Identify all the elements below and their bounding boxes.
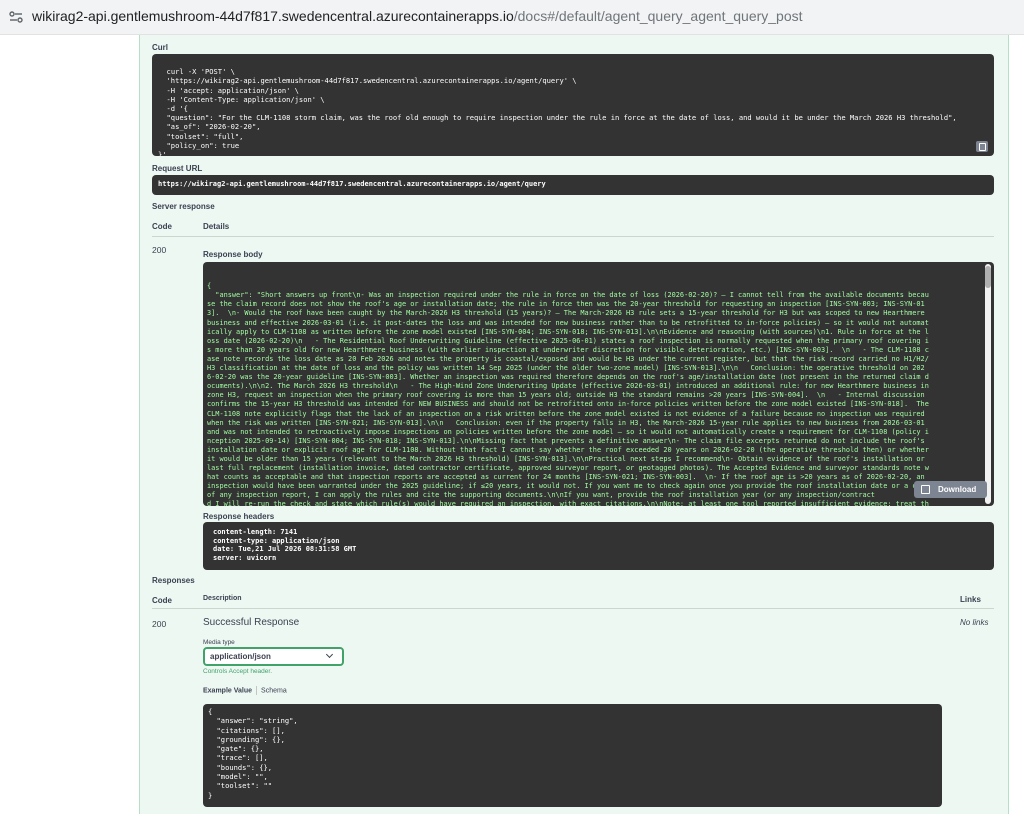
url-host: wikirag2-api.gentlemushroom-44d7f817.swe… [32,8,514,24]
example-value-line: "grounding": {}, [208,734,285,744]
response-body-line: last full replacement (installation invo… [207,464,929,473]
response-body-line: 3]. \n- Would the roof have been caught … [207,309,925,318]
response-body-line: inspection would have been warranted und… [207,482,929,491]
curl-label: Curl [152,43,168,52]
tab-schema[interactable]: Schema [261,687,287,694]
example-value-line: "answer": "string", [208,716,298,726]
response-body-line: ase note records the loss date as 20 Feb… [207,354,929,363]
download-label: Download [938,485,977,494]
example-value-text: { "answer": "string", "citations": [], "… [208,707,937,800]
chevron-down-icon [325,650,334,659]
response-body-line: H3 classification at the date of loss an… [207,364,925,373]
example-value-block[interactable]: { "answer": "string", "citations": [], "… [203,704,942,807]
divider [152,236,994,237]
response-body-label: Response body [203,250,263,259]
url-text[interactable]: wikirag2-api.gentlemushroom-44d7f817.swe… [32,8,803,24]
address-bar[interactable]: wikirag2-api.gentlemushroom-44d7f817.swe… [0,0,1024,35]
response-headers-label: Response headers [203,512,275,521]
response-headers-text: content-length: 7141 content-type: applic… [213,528,984,562]
request-url-label: Request URL [152,164,203,173]
response-header-line: date: Tue,21 Jul 2026 08:31:58 GMT [213,545,357,554]
responses-code: 200 [152,619,167,629]
response-body-line: when the risk was written [INS-SYN-021; … [207,418,925,427]
copy-icon [921,485,930,494]
response-headers-block[interactable]: content-length: 7141 content-type: applic… [203,522,994,570]
response-body-line: installation date or explicit roof age f… [207,445,929,454]
responses-description-header: Description [203,595,242,602]
site-settings-icon[interactable] [8,9,24,25]
server-response-details-header: Details [203,222,230,231]
curl-block[interactable]: curl -X 'POST' \ 'https://wikirag2-api.g… [152,54,994,156]
response-body-line: s more than 20 years old for new Hearthm… [207,345,929,354]
response-body-line: it would be older than 15 years (relevan… [207,454,925,463]
response-body-line: nception 2025-09-14) [INS-SYN-004; INS-S… [207,436,925,445]
server-response-label: Server response [152,202,215,211]
example-value-line: "model": "", [208,772,268,782]
example-value-line: { [208,707,213,716]
tab-divider [256,686,258,695]
media-type-select[interactable]: application/json [203,647,344,666]
responses-label: Responses [152,576,195,585]
copy-icon[interactable] [976,141,988,152]
response-body-line: business and effective 2026-03-01 (i.e. … [207,318,929,327]
controls-accept-note: Controls Accept header. [203,668,273,675]
example-value-line: "bounds": {}, [208,762,273,772]
response-body-line: CLM-1108 note explicitly flags that the … [207,409,925,418]
response-body-line: ically apply to CLM-1108 as written befo… [207,327,929,336]
response-body-line: ocuments).\n\n2. The March 2026 H3 thres… [207,382,929,391]
scrollbar-thumb[interactable] [985,266,991,288]
response-body-line: oss date (2026-02-20)\n - The Residentia… [207,336,929,345]
response-header-line: server: uvicorn [213,553,277,562]
response-body-line: se the claim record does not show the ro… [207,300,925,309]
response-body-line: confirms the 15-year H3 threshold was in… [207,400,929,409]
response-body-line: zone H3, request an inspection when the … [207,391,925,400]
divider [152,608,994,609]
server-response-code: 200 [152,245,167,255]
example-value-line: "trace": [], [208,753,268,763]
response-header-line: content-length: 7141 [213,528,298,536]
curl-command: curl -X 'POST' \ 'https://wikirag2-api.g… [158,67,957,156]
media-type-value: application/json [210,652,271,661]
tab-example-value[interactable]: Example Value [203,687,252,694]
media-type-label: Media type [203,639,235,646]
response-body-scrollbar[interactable] [985,264,991,504]
response-body-line: and was not intended to retroactively im… [207,427,929,436]
response-body-block[interactable]: { "answer": "Short answers up front\n- W… [203,262,994,506]
example-tabs: Example Value Schema [203,686,287,695]
server-response-code-header: Code [152,222,172,231]
response-header-line: content-type: application/json [213,536,340,545]
response-body-line: 6-02-20 was the 20-year guideline [INS-S… [207,373,929,382]
responses-code-header: Code [152,596,172,605]
response-body-line: { [207,282,212,291]
response-links: No links [960,618,989,627]
example-value-line: "gate": {}, [208,744,264,754]
response-body-line: hat counts as acceptable and that inspec… [207,473,925,482]
request-url-block[interactable]: https://wikirag2-api.gentlemushroom-44d7… [152,175,994,195]
example-value-line: } [208,790,213,800]
response-body-line: d I will re-run the check and state whic… [207,500,929,506]
response-body-line: "answer": "Short answers up front\n- Was… [207,291,929,300]
responses-links-header: Links [960,595,981,604]
download-button[interactable]: Download [914,481,987,498]
example-value-line: "citations": [], [208,725,285,735]
response-description: Successful Response [203,617,300,628]
response-body-text: { "answer": "Short answers up front\n- W… [207,282,990,506]
url-path: /docs#/default/agent_query_agent_query_p… [513,8,803,24]
response-body-line: of any inspection report, I can apply th… [207,491,875,500]
example-value-line: "toolset": "" [208,781,273,791]
